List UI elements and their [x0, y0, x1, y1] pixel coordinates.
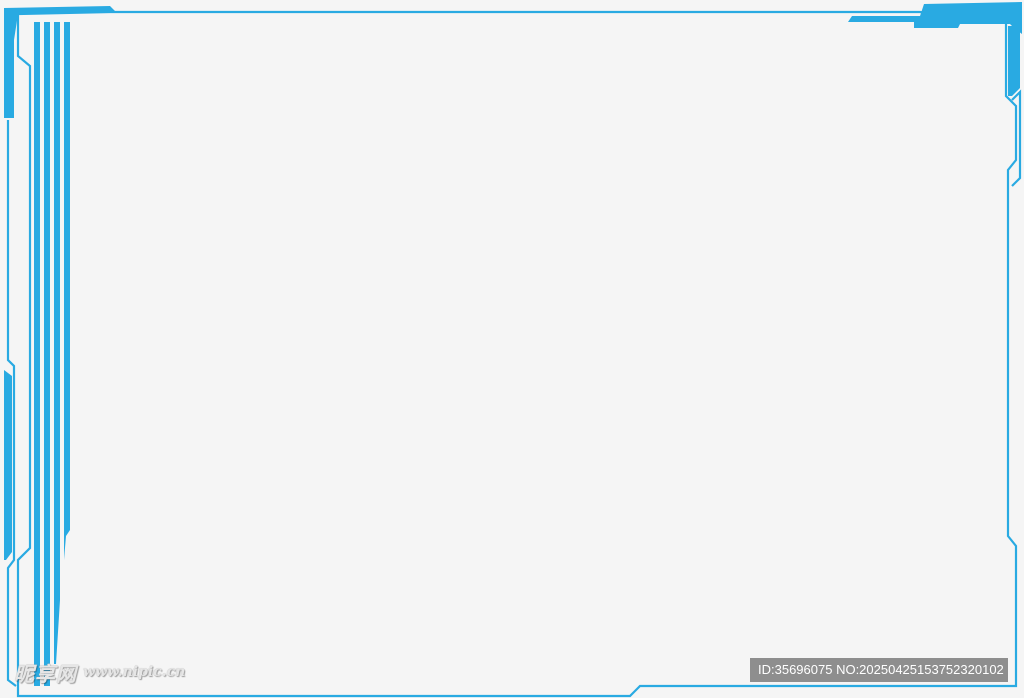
id-bar: ID:35696075 NO:20250425153752320102: [750, 658, 1008, 682]
top-right-corner-block: [848, 2, 1022, 34]
left-bar-1: [34, 22, 40, 686]
left-bar-2: [44, 22, 50, 686]
left-bar-3: [54, 22, 60, 664]
watermark: 昵享网 www.nipic.cn: [14, 658, 185, 686]
left-bottom-stub: [4, 370, 12, 560]
tech-frame-border: [4, 2, 1022, 698]
watermark-url: www.nipic.cn: [83, 664, 186, 680]
canvas: 昵享网 www.nipic.cn ID:35696075 NO:20250425…: [0, 0, 1024, 698]
left-bar-4: [64, 22, 70, 560]
top-right-notch: [1008, 26, 1020, 96]
watermark-logo: 昵享网: [14, 661, 77, 686]
frame-outline: [16, 10, 1018, 698]
